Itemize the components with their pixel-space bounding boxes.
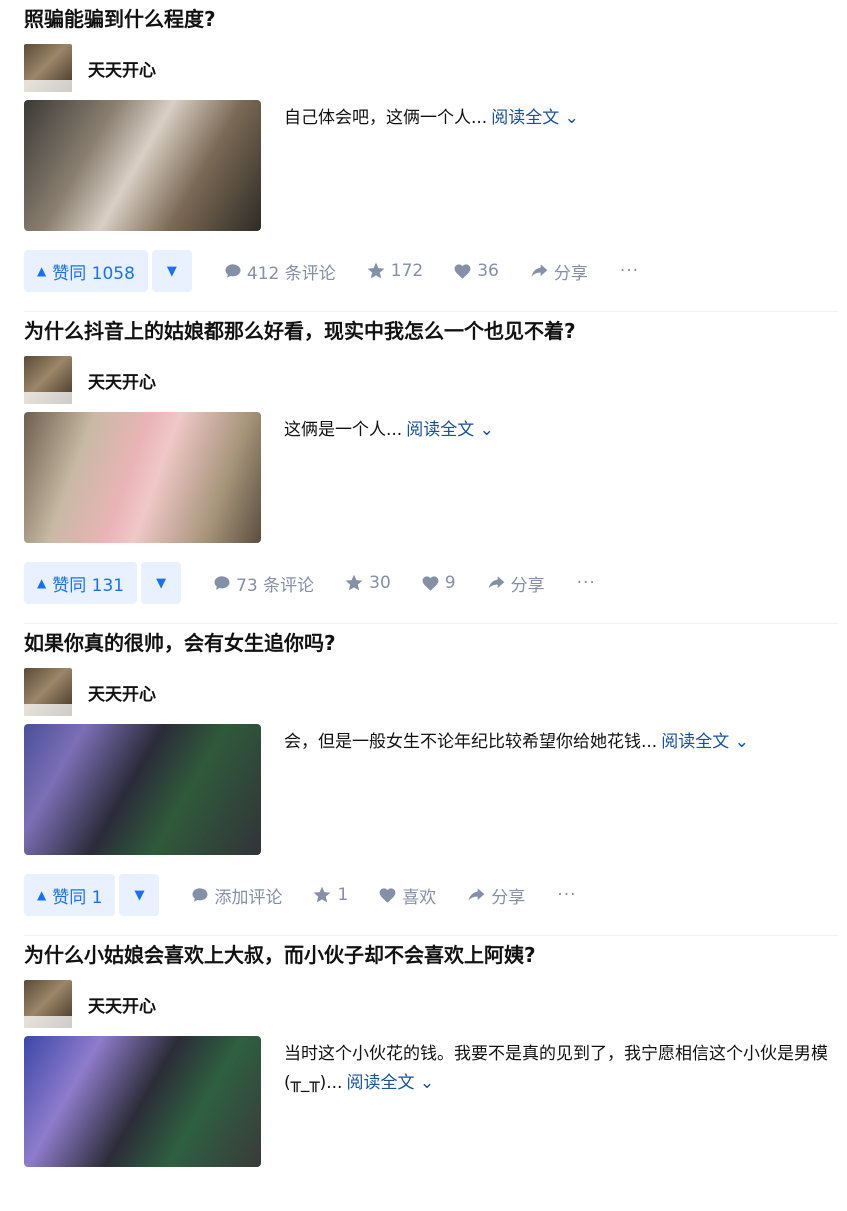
- comment-button[interactable]: 412 条评论: [224, 259, 336, 284]
- author-row: 天天开心: [24, 356, 839, 404]
- answer-content: 这俩是一个人... 阅读全文 ⌄: [24, 412, 839, 543]
- answer-content: 会，但是一般女生不论年纪比较希望你给她花钱... 阅读全文 ⌄: [24, 724, 839, 855]
- answer-excerpt[interactable]: 当时这个小伙花的钱。我要不是真的见到了，我宁愿相信这个小伙是男模(╥_╥)...…: [284, 1036, 834, 1167]
- answer-excerpt[interactable]: 自己体会吧，这俩一个人... 阅读全文 ⌄: [284, 100, 579, 231]
- upvote-button[interactable]: ▲ 赞同 1: [24, 874, 116, 916]
- answer-card: 为什么小姑娘会喜欢上大叔，而小伙子却不会喜欢上阿姨? 天天开心 当时这个小伙花的…: [24, 936, 839, 1167]
- downvote-button[interactable]: ▼: [151, 250, 192, 292]
- share-label: 分享: [553, 263, 588, 284]
- read-more-link[interactable]: 阅读全文 ⌄: [491, 108, 579, 128]
- like-count: 喜欢: [402, 887, 437, 908]
- upvote-button[interactable]: ▲ 赞同 131: [24, 562, 138, 604]
- answer-card: 为什么抖音上的姑娘都那么好看，现实中我怎么一个也见不着? 天天开心 这俩是一个人…: [24, 312, 839, 624]
- author-name[interactable]: 天天开心: [88, 368, 156, 393]
- read-more-link[interactable]: 阅读全文 ⌄: [346, 1073, 434, 1093]
- favorite-count: 1: [337, 885, 349, 905]
- share-button[interactable]: 分享: [466, 883, 525, 908]
- answer-thumbnail[interactable]: [24, 1036, 261, 1167]
- comment-count: 添加评论: [214, 887, 283, 908]
- author-name[interactable]: 天天开心: [88, 680, 156, 705]
- answer-thumbnail[interactable]: [24, 724, 261, 855]
- comment-count: 412 条评论: [246, 263, 336, 284]
- more-button[interactable]: ···: [557, 885, 576, 905]
- star-icon: [345, 574, 363, 591]
- share-label: 分享: [491, 887, 526, 908]
- author-row: 天天开心: [24, 44, 839, 92]
- answer-excerpt[interactable]: 这俩是一个人... 阅读全文 ⌄: [284, 412, 494, 543]
- triangle-up-icon: ▲: [37, 888, 47, 902]
- answer-thumbnail[interactable]: [24, 412, 261, 543]
- more-button[interactable]: ···: [577, 573, 596, 593]
- action-bar: ▲ 赞同 1 ▼ 添加评论 1 喜欢 分享 ···: [24, 874, 839, 916]
- question-title[interactable]: 如果你真的很帅，会有女生追你吗?: [24, 628, 839, 658]
- heart-icon: [379, 887, 396, 903]
- favorite-button[interactable]: 1: [312, 885, 348, 905]
- share-button[interactable]: 分享: [529, 259, 588, 284]
- like-button[interactable]: 36: [453, 261, 499, 281]
- share-arrow-icon: [531, 264, 548, 277]
- excerpt-text: 会，但是一般女生不论年纪比较希望你给她花钱...: [284, 732, 658, 752]
- action-bar: ▲ 赞同 131 ▼ 73 条评论 30 9 分享 ···: [24, 562, 839, 604]
- upvote-label: 赞同 131: [52, 575, 125, 596]
- comment-button[interactable]: 73 条评论: [213, 571, 314, 596]
- answer-card: 如果你真的很帅，会有女生追你吗? 天天开心 会，但是一般女生不论年纪比较希望你给…: [24, 624, 839, 936]
- answer-excerpt[interactable]: 会，但是一般女生不论年纪比较希望你给她花钱... 阅读全文 ⌄: [284, 724, 749, 855]
- read-more-link[interactable]: 阅读全文 ⌄: [406, 420, 494, 440]
- author-name[interactable]: 天天开心: [88, 56, 156, 81]
- triangle-down-icon: ▼: [166, 263, 177, 279]
- comment-count: 73 条评论: [236, 575, 315, 596]
- comment-bubble-icon: [214, 576, 230, 590]
- triangle-up-icon: ▲: [37, 576, 47, 590]
- triangle-up-icon: ▲: [37, 264, 47, 278]
- author-name[interactable]: 天天开心: [88, 992, 156, 1017]
- question-title[interactable]: 照骗能骗到什么程度?: [24, 4, 839, 34]
- answer-content: 自己体会吧，这俩一个人... 阅读全文 ⌄: [24, 100, 839, 231]
- question-title[interactable]: 为什么抖音上的姑娘都那么好看，现实中我怎么一个也见不着?: [24, 316, 839, 346]
- favorite-button[interactable]: 30: [344, 573, 391, 593]
- avatar[interactable]: [24, 980, 72, 1028]
- answer-card: 照骗能骗到什么程度? 天天开心 自己体会吧，这俩一个人... 阅读全文 ⌄ ▲ 赞…: [24, 0, 839, 312]
- excerpt-text: 自己体会吧，这俩一个人...: [284, 108, 488, 128]
- read-more-link[interactable]: 阅读全文 ⌄: [661, 732, 749, 752]
- favorite-count: 172: [390, 261, 424, 281]
- comment-bubble-icon: [225, 264, 241, 278]
- comment-button[interactable]: 添加评论: [191, 883, 282, 908]
- upvote-label: 赞同 1: [52, 887, 103, 908]
- question-title[interactable]: 为什么小姑娘会喜欢上大叔，而小伙子却不会喜欢上阿姨?: [24, 940, 839, 970]
- share-arrow-icon: [488, 576, 504, 589]
- excerpt-text: 这俩是一个人...: [284, 420, 403, 440]
- downvote-button[interactable]: ▼: [119, 874, 160, 916]
- share-arrow-icon: [468, 888, 485, 901]
- star-icon: [314, 886, 331, 903]
- like-count: 36: [477, 261, 499, 281]
- like-button[interactable]: 9: [421, 573, 456, 593]
- avatar[interactable]: [24, 44, 72, 92]
- answer-thumbnail[interactable]: [24, 100, 261, 231]
- author-row: 天天开心: [24, 980, 839, 1028]
- like-count: 9: [444, 573, 456, 593]
- upvote-button[interactable]: ▲ 赞同 1058: [24, 250, 148, 292]
- share-button[interactable]: 分享: [486, 571, 545, 596]
- triangle-down-icon: ▼: [156, 575, 167, 591]
- avatar[interactable]: [24, 356, 72, 404]
- more-button[interactable]: ···: [620, 261, 639, 281]
- action-bar: ▲ 赞同 1058 ▼ 412 条评论 172 36 分享 ···: [24, 250, 839, 292]
- comment-bubble-icon: [192, 888, 208, 902]
- favorite-count: 30: [369, 573, 391, 593]
- answer-content: 当时这个小伙花的钱。我要不是真的见到了，我宁愿相信这个小伙是男模(╥_╥)...…: [24, 1036, 839, 1167]
- author-row: 天天开心: [24, 668, 839, 716]
- heart-icon: [422, 575, 439, 591]
- like-button[interactable]: 喜欢: [378, 883, 436, 908]
- heart-icon: [454, 263, 471, 279]
- upvote-label: 赞同 1058: [52, 263, 135, 284]
- avatar[interactable]: [24, 668, 72, 716]
- share-label: 分享: [510, 575, 545, 596]
- favorite-button[interactable]: 172: [366, 261, 423, 281]
- answer-feed: 照骗能骗到什么程度? 天天开心 自己体会吧，这俩一个人... 阅读全文 ⌄ ▲ 赞…: [0, 0, 839, 1167]
- downvote-button[interactable]: ▼: [141, 562, 182, 604]
- star-icon: [367, 262, 385, 279]
- triangle-down-icon: ▼: [134, 887, 145, 903]
